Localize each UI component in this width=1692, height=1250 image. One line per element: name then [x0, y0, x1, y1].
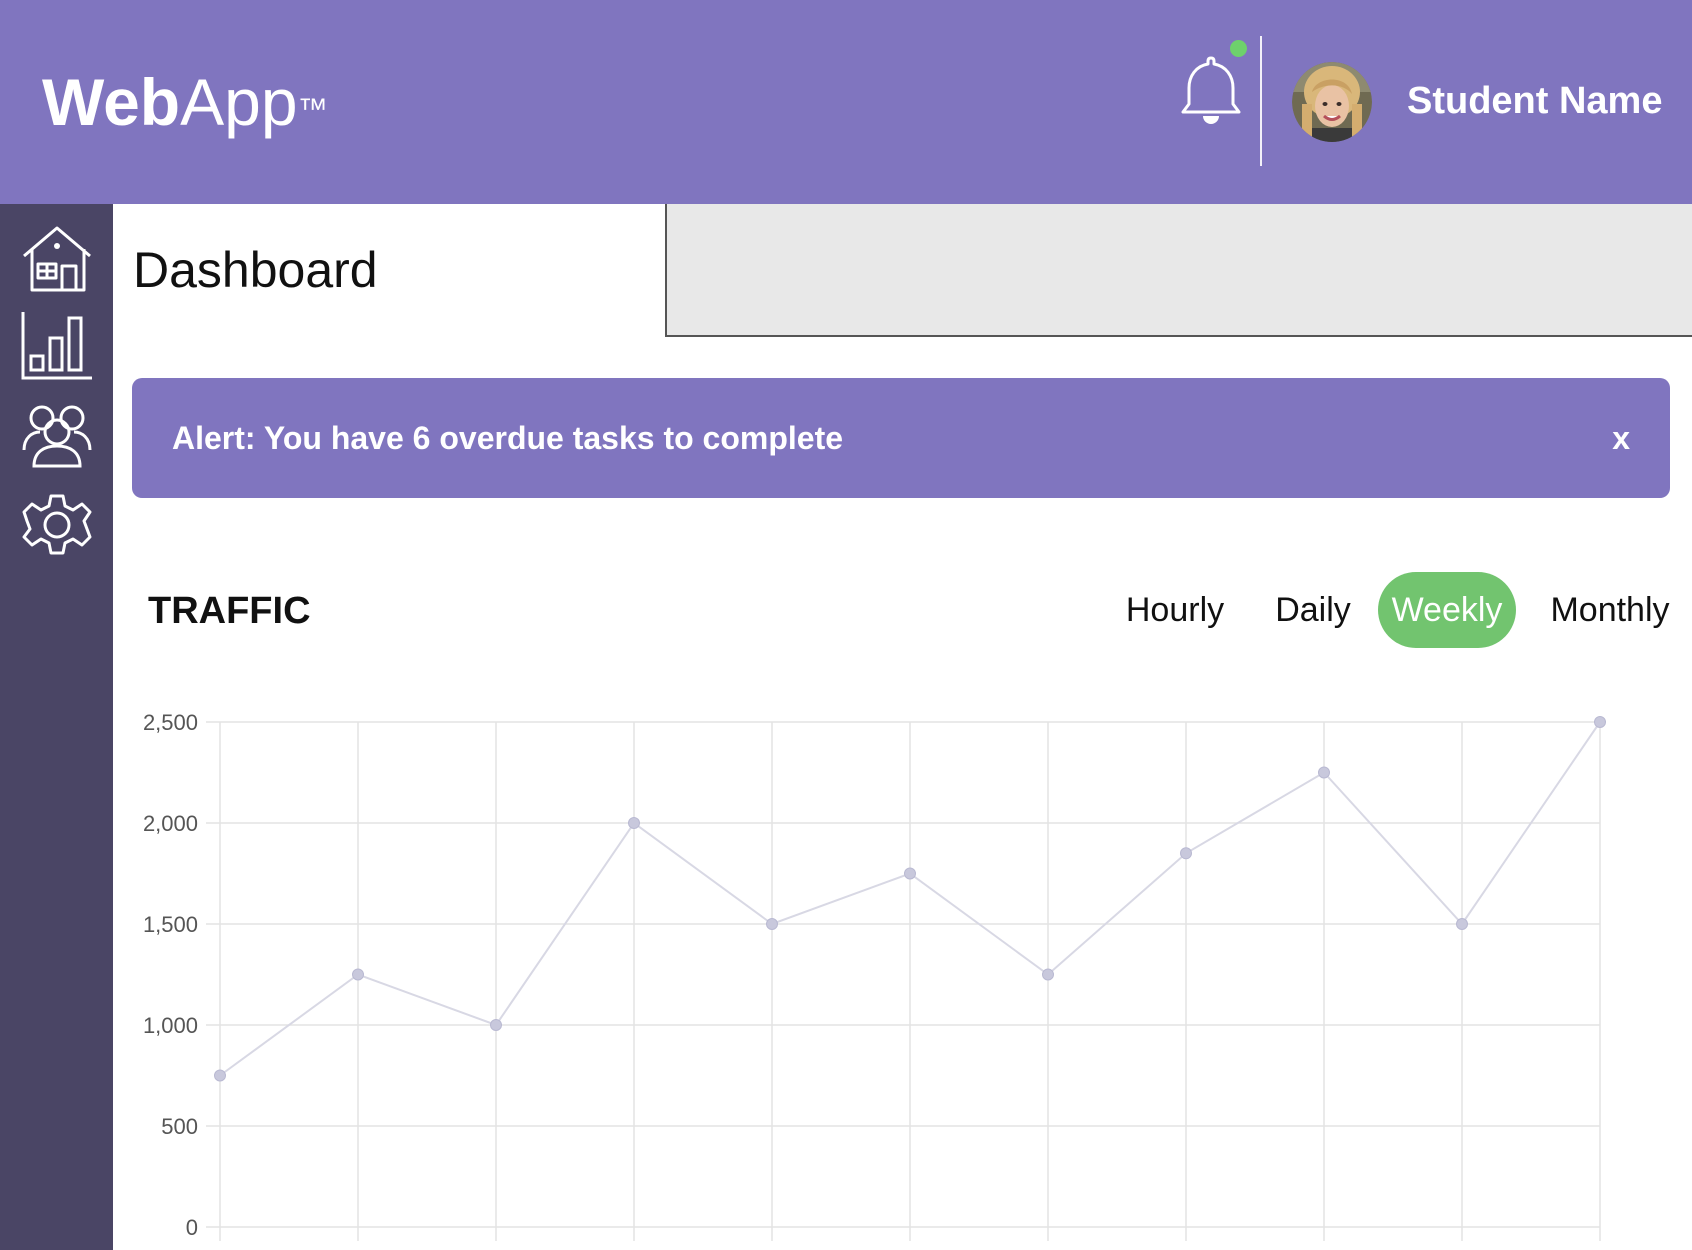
y-tick-label: 1,500 [143, 912, 198, 937]
alert-message: Alert: You have 6 overdue tasks to compl… [172, 420, 844, 456]
data-point [1042, 968, 1054, 981]
subheader-panel [665, 204, 1692, 337]
y-tick-label: 500 [161, 1114, 198, 1139]
y-tick-label: 1,000 [143, 1013, 198, 1038]
alert-banner: Alert: You have 6 overdue tasks to compl… [132, 378, 1670, 498]
data-point [352, 968, 364, 981]
bell-icon[interactable] [1176, 52, 1246, 132]
tab-monthly[interactable]: Monthly [1540, 572, 1680, 648]
traffic-title: TRAFFIC [148, 590, 311, 632]
traffic-line-chart: 2,500 2,000 1,500 1,000 500 0 [143, 710, 1606, 1241]
y-tick-label: 2,000 [143, 811, 198, 836]
data-point [1318, 766, 1330, 779]
data-point [490, 1019, 502, 1031]
tab-hourly[interactable]: Hourly [1120, 572, 1230, 648]
traffic-chart: 2,500 2,000 1,500 1,000 500 0 [120, 690, 1692, 1250]
users-icon[interactable] [20, 398, 94, 472]
notification-dot [1230, 40, 1247, 57]
alert-close-button[interactable]: x [1612, 416, 1630, 460]
username-label[interactable]: Student Name [1407, 76, 1662, 126]
data-point [1180, 847, 1192, 860]
logo-bold-text: Web [42, 65, 181, 139]
data-point [904, 867, 916, 880]
tab-daily[interactable]: Daily [1268, 572, 1358, 648]
y-tick-label: 0 [186, 1215, 198, 1240]
header-divider [1260, 36, 1262, 166]
data-point [214, 1069, 226, 1082]
data-point [1456, 918, 1468, 930]
data-point [766, 918, 778, 930]
home-icon[interactable] [20, 222, 94, 296]
page-title: Dashboard [133, 242, 378, 298]
logo-light-text: App [180, 65, 298, 139]
data-point [628, 817, 640, 829]
app-logo[interactable]: WebApp™ [42, 62, 328, 142]
logo-trademark: ™ [297, 93, 328, 126]
data-point [1594, 716, 1606, 728]
user-avatar[interactable] [1292, 62, 1372, 142]
sidebar [0, 204, 113, 1250]
tab-weekly[interactable]: Weekly [1378, 572, 1516, 648]
bar-chart-icon[interactable] [20, 308, 94, 382]
y-tick-label: 2,500 [143, 710, 198, 735]
gear-icon[interactable] [20, 488, 94, 562]
top-header: WebApp™ Student Name [0, 0, 1692, 204]
